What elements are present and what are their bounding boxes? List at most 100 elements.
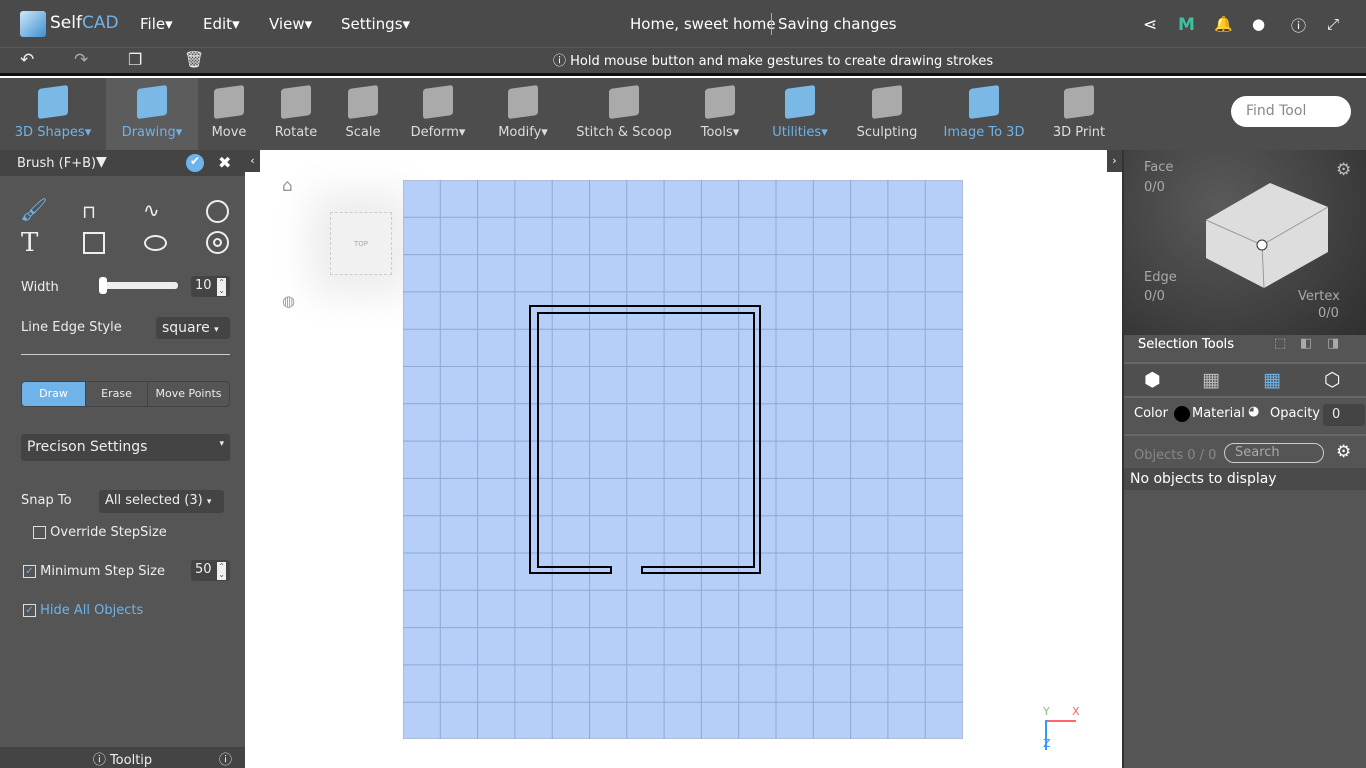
menu-view[interactable]: View▾ [269, 15, 312, 33]
grid-plane[interactable] [403, 180, 963, 739]
tools-icon [702, 84, 738, 120]
collapse-right-button[interactable]: › [1107, 150, 1122, 172]
home-icon[interactable]: ⌂ [282, 176, 293, 196]
bell-icon[interactable]: 🔔 [1214, 15, 1233, 33]
redo-icon[interactable]: ↷ [74, 50, 88, 70]
selection-tools-label: Selection Tools [1138, 337, 1235, 352]
confirm-icon[interactable]: ✔ [186, 154, 204, 172]
utilities-icon [782, 84, 818, 120]
save-status: Saving changes [778, 15, 897, 33]
override-checkbox[interactable]: Override StepSize [33, 525, 167, 540]
precision-settings-dropdown[interactable]: Precison Settings ▾ [21, 434, 230, 461]
face-label[interactable]: Face [1144, 160, 1173, 175]
axis-y-label: Y [1043, 705, 1050, 718]
mode-move-points[interactable]: Move Points [147, 382, 229, 406]
logo-icon [20, 11, 46, 37]
menu-edit[interactable]: Edit▾ [203, 15, 240, 33]
tooltip-toggle-icon[interactable]: ⓘ [219, 749, 232, 768]
edge-style-label: Line Edge Style [21, 320, 122, 335]
top-bar: SelfCAD File▾ Edit▾ View▾ Settings▾ Home… [0, 0, 1366, 48]
width-label: Width [21, 280, 59, 295]
tooltip-bar[interactable]: ⓘ Tooltip ⓘ [0, 747, 245, 768]
modify-icon [505, 84, 541, 120]
width-slider[interactable] [99, 277, 178, 294]
edge-style-select[interactable]: square ▾ [156, 317, 230, 339]
wireframe-mode-icon[interactable]: ⬡ [1324, 369, 1341, 391]
logo[interactable]: SelfCAD [50, 13, 119, 33]
mode-draw[interactable]: Draw [22, 382, 85, 406]
undo-icon[interactable]: ↶ [20, 50, 34, 70]
share-icon[interactable]: ⋖ [1143, 15, 1157, 35]
min-step-stepper[interactable]: 50 ⌃ ⌄ [191, 560, 230, 581]
find-tool-input[interactable]: Find Tool [1231, 96, 1351, 127]
tool-3d-shapes[interactable]: 3D Shapes▾ [3, 78, 103, 150]
snap-label: Snap To [21, 493, 72, 508]
project-title[interactable]: Home, sweet home [630, 15, 776, 33]
select-all-icon[interactable]: ◨ [1327, 336, 1339, 351]
drawing-icon [134, 84, 170, 120]
polyline-icon[interactable]: ⊓ [82, 202, 96, 223]
opacity-label: Opacity [1270, 406, 1321, 421]
brush-icon[interactable]: 🖌 [20, 198, 48, 223]
grid-mode-icon[interactable]: ▦ [1263, 369, 1281, 391]
info-icon[interactable]: ⓘ [1291, 15, 1306, 36]
trash-icon[interactable]: 🗑 [184, 50, 204, 69]
vertex-label[interactable]: Vertex [1298, 289, 1340, 304]
user-icon[interactable]: ● [1252, 15, 1265, 33]
objects-count: Objects 0 / 0 [1134, 448, 1217, 463]
image-icon [966, 84, 1002, 120]
stitch-icon [606, 84, 642, 120]
axis-z-line [1045, 720, 1047, 750]
mode-erase[interactable]: Erase [85, 382, 147, 406]
toolbar: 3D Shapes▾ Drawing▾ Move Rotate Scale Deform▾… [0, 78, 1366, 150]
gear-icon[interactable]: ⚙ [1336, 160, 1351, 180]
tool-image-to-3d[interactable]: Image To 3D [934, 78, 1034, 150]
tool-stitch-scoop[interactable]: Stitch & Scoop [574, 78, 674, 150]
panel-dropdown-icon[interactable]: ▼ [96, 154, 107, 170]
copy-icon[interactable]: ❐ [128, 50, 142, 69]
rectangle-icon[interactable] [83, 232, 105, 254]
tool-3d-print[interactable]: 3D Print [1029, 78, 1129, 150]
snap-select[interactable]: All selected (3) ▾ [99, 490, 224, 513]
ring-icon[interactable] [206, 231, 229, 254]
objects-empty-message: No objects to display [1124, 468, 1366, 490]
menu-file[interactable]: File▾ [140, 15, 173, 33]
drawing-canvas[interactable] [403, 180, 963, 739]
min-step-checkbox[interactable]: ✓ Minimum Step Size [23, 564, 165, 579]
object-mode-icon[interactable]: ⬢ [1144, 369, 1161, 391]
objects-gear-icon[interactable]: ⚙ [1336, 442, 1351, 462]
opacity-stepper[interactable]: 0 [1323, 404, 1365, 426]
tool-modify[interactable]: Modify▾ [473, 78, 573, 150]
rotate-icon [278, 84, 314, 120]
hide-all-checkbox[interactable]: ✓ Hide All Objects [23, 603, 143, 618]
edge-label[interactable]: Edge [1144, 270, 1177, 285]
circle-icon[interactable] [206, 200, 229, 223]
close-icon[interactable]: ✖ [218, 153, 231, 172]
tool-sculpting[interactable]: Sculpting [837, 78, 937, 150]
slider-handle[interactable] [99, 277, 107, 294]
panel-header: Brush (F+B) ▼ ✔ ✖ [0, 150, 245, 176]
collapse-left-button[interactable]: ‹ [245, 150, 260, 172]
tool-utilities[interactable]: Utilities▾ [750, 78, 850, 150]
width-stepper[interactable]: 10 ⌃ ⌄ [191, 276, 230, 297]
color-label: Color [1134, 406, 1168, 421]
m-icon[interactable]: M [1178, 15, 1195, 35]
deform-icon [420, 84, 456, 120]
face-mode-icon[interactable]: ▦ [1202, 369, 1220, 391]
text-icon[interactable]: T [21, 228, 38, 258]
vertex-count: 0/0 [1318, 306, 1339, 321]
material-icon[interactable]: ◕ [1248, 404, 1259, 419]
menu-settings[interactable]: Settings▾ [341, 15, 410, 33]
objects-search-input[interactable]: Search [1224, 443, 1324, 463]
axis-x-line [1046, 720, 1076, 722]
view-cube[interactable]: TOP [330, 212, 392, 275]
select-object-icon[interactable]: ◧ [1300, 336, 1312, 351]
ellipse-icon[interactable] [144, 235, 167, 251]
globe-icon[interactable]: ◍ [282, 292, 295, 310]
info-icon: ⓘ [553, 54, 571, 69]
fullscreen-icon[interactable]: ⤢ [1327, 15, 1339, 33]
color-swatch[interactable] [1174, 406, 1190, 422]
box-select-icon[interactable]: ⬚ [1274, 336, 1286, 351]
curve-icon[interactable]: ∿ [143, 198, 160, 222]
edge-count: 0/0 [1144, 289, 1165, 304]
